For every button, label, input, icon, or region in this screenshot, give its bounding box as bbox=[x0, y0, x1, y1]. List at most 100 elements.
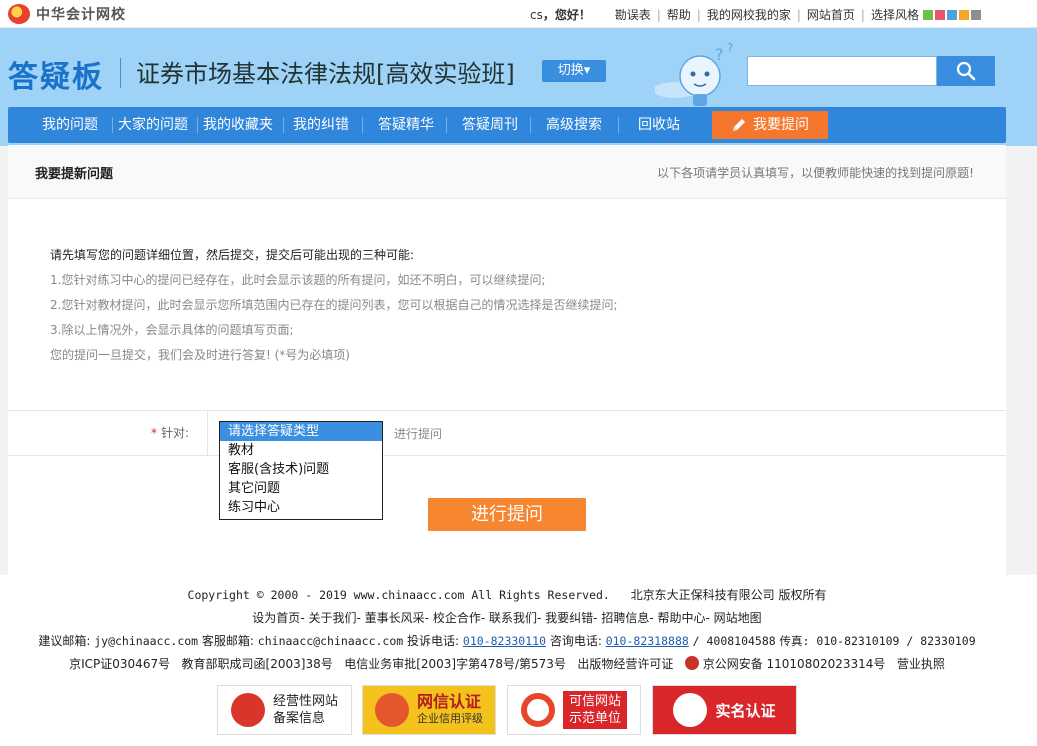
consult-phone-link[interactable]: 010-82318888 bbox=[606, 634, 689, 648]
divider bbox=[362, 117, 363, 133]
nav-my-questions[interactable]: 我的问题 bbox=[42, 107, 98, 143]
badge-trusted-site[interactable]: 可信网站 示范单位 bbox=[507, 685, 641, 735]
main-panel: 我要提新问题 以下各项请学员认真填写，以便教师能快速的找到提问原题! 请先填写您… bbox=[8, 145, 1006, 575]
svg-text:?: ? bbox=[727, 41, 733, 55]
nav-essentials[interactable]: 答疑精华 bbox=[378, 107, 434, 143]
top-links: cs，您好！ 勘误表 | 帮助 | 我的网校我的家 | 网站首页 | 选择风格 bbox=[530, 6, 983, 23]
search-input[interactable] bbox=[747, 56, 937, 86]
shield-icon bbox=[231, 693, 265, 727]
course-title: 证券市场基本法律法规[高效实验班] bbox=[136, 54, 515, 89]
copyright-owner: 北京东大正保科技有限公司 版权所有 bbox=[631, 588, 827, 602]
link-site-home[interactable]: 网站首页 bbox=[807, 6, 855, 23]
footer-links: 设为首页- 关于我们- 董事长风采- 校企合作- 联系我们- 我要纠错- 招聘信… bbox=[0, 609, 1014, 626]
dropdown-option[interactable]: 客服(含技术)问题 bbox=[220, 460, 382, 479]
footer-link[interactable]: 招聘信息 bbox=[601, 611, 649, 625]
badge-text: 网信认证 bbox=[417, 693, 483, 710]
link-choose-style[interactable]: 选择风格 bbox=[871, 6, 919, 23]
target-label-text: 针对: bbox=[161, 426, 189, 440]
nav-advanced-search[interactable]: 高级搜索 bbox=[546, 107, 602, 143]
trust-badges: 经营性网站 备案信息 网信认证 企业信用评级 可信网站 示范单位 实名认证 bbox=[0, 685, 1037, 737]
footer-link[interactable]: 帮助中心 bbox=[658, 611, 706, 625]
dropdown-option[interactable]: 其它问题 bbox=[220, 479, 382, 498]
style-swatch[interactable] bbox=[959, 10, 969, 20]
site-logo[interactable]: 中华会计网校 bbox=[8, 4, 126, 24]
trust-seal-icon bbox=[375, 693, 409, 727]
divider bbox=[618, 117, 619, 133]
divider: | bbox=[861, 8, 865, 22]
contact-label: 投诉电话: bbox=[407, 634, 459, 648]
svg-text:?: ? bbox=[715, 45, 724, 64]
required-mark: * bbox=[151, 426, 157, 440]
badge-real-name[interactable]: 实名认证 bbox=[652, 685, 797, 735]
style-swatch[interactable] bbox=[923, 10, 933, 20]
publish-license[interactable]: 出版物经营许可证 bbox=[577, 657, 673, 671]
nav-recycle-bin[interactable]: 回收站 bbox=[638, 107, 680, 143]
dropdown-option[interactable]: 教材 bbox=[220, 441, 382, 460]
badge-text: 实名认证 bbox=[715, 700, 775, 721]
instruction-line: 1.您针对练习中心的提问已经存在，此时会显示该题的所有提问，如还不明白，可以继续… bbox=[50, 268, 618, 293]
greeting-user: cs bbox=[530, 8, 543, 22]
step-hint: 进行提问 bbox=[394, 425, 442, 442]
divider bbox=[112, 117, 113, 133]
divider bbox=[197, 117, 198, 133]
dropdown-option[interactable]: 练习中心 bbox=[220, 498, 382, 517]
ask-question-button[interactable]: 我要提问 bbox=[712, 111, 828, 139]
target-form-row: * 针对: bbox=[8, 410, 1006, 456]
greeting: cs，您好！ bbox=[530, 6, 591, 23]
footer-link[interactable]: 设为首页 bbox=[252, 611, 300, 625]
footer-link[interactable]: 网站地图 bbox=[714, 611, 762, 625]
style-swatch[interactable] bbox=[935, 10, 945, 20]
contact-label: 建议邮箱: bbox=[38, 634, 90, 648]
instructions-lead: 请先填写您的问题详细位置，然后提交，提交后可能出现的三种可能: bbox=[50, 243, 618, 268]
submit-question-button[interactable]: 进行提问 bbox=[428, 498, 586, 531]
divider: | bbox=[697, 8, 701, 22]
badge-text: 备案信息 bbox=[273, 710, 338, 727]
link-my-home[interactable]: 我的网校我的家 bbox=[707, 6, 791, 23]
icp-license[interactable]: 京ICP证030467号 bbox=[69, 657, 170, 671]
divider bbox=[530, 117, 531, 133]
search-button[interactable] bbox=[937, 56, 995, 86]
link-errata[interactable]: 勘误表 bbox=[615, 6, 651, 23]
link-help[interactable]: 帮助 bbox=[667, 6, 691, 23]
trusted-site-icon bbox=[521, 693, 555, 727]
footer-link[interactable]: 我要纠错 bbox=[545, 611, 593, 625]
copyright-text: Copyright © 2000 - 2019 www.chinaacc.com… bbox=[188, 588, 610, 602]
style-swatch[interactable] bbox=[947, 10, 957, 20]
style-swatch[interactable] bbox=[971, 10, 981, 20]
style-swatches bbox=[923, 10, 983, 20]
footer-link[interactable]: 董事长风采 bbox=[365, 611, 425, 625]
nav-weekly[interactable]: 答疑周刊 bbox=[462, 107, 518, 143]
switch-course-button[interactable]: 切换▾ bbox=[542, 60, 606, 82]
badge-record[interactable]: 经营性网站 备案信息 bbox=[217, 685, 352, 735]
footer-link[interactable]: 联系我们 bbox=[489, 611, 537, 625]
search-icon bbox=[956, 61, 976, 81]
divider bbox=[446, 117, 447, 133]
contact-label: 咨询电话: bbox=[550, 634, 602, 648]
complaint-phone-link[interactable]: 010-82330110 bbox=[463, 634, 546, 648]
badge-text: 经营性网站 bbox=[273, 693, 338, 710]
edu-license: 教育部职成司函[2003]38号 bbox=[182, 657, 333, 671]
question-type-dropdown[interactable]: 请选择答疑类型 教材 客服(含技术)问题 其它问题 练习中心 bbox=[219, 421, 383, 520]
greeting-suffix: ，您好！ bbox=[543, 8, 591, 22]
business-license[interactable]: 营业执照 bbox=[897, 657, 945, 671]
divider: | bbox=[657, 8, 661, 22]
footer: Copyright © 2000 - 2019 www.chinaacc.com… bbox=[0, 575, 1037, 746]
contact-label: 客服邮箱: bbox=[202, 634, 254, 648]
badge-credit[interactable]: 网信认证 企业信用评级 bbox=[362, 685, 496, 735]
dropdown-option[interactable]: 请选择答疑类型 bbox=[220, 422, 382, 441]
nav-all-questions[interactable]: 大家的问题 bbox=[118, 107, 188, 143]
nav-favorites[interactable]: 我的收藏夹 bbox=[203, 107, 273, 143]
certification-seal-icon bbox=[673, 693, 707, 727]
brand-title[interactable]: 答疑板 bbox=[8, 52, 104, 96]
ask-question-label: 我要提问 bbox=[753, 111, 809, 139]
page-title: 我要提新问题 bbox=[35, 163, 113, 182]
badge-text: 可信网站 bbox=[569, 693, 621, 710]
police-record[interactable]: 京公网安备 11010802023314号 bbox=[703, 657, 886, 671]
footer-link[interactable]: 校企合作 bbox=[433, 611, 481, 625]
nav-my-corrections[interactable]: 我的纠错 bbox=[293, 107, 349, 143]
service-email[interactable]: chinaacc@chinaacc.com bbox=[258, 634, 403, 648]
instructions: 请先填写您的问题详细位置，然后提交，提交后可能出现的三种可能: 1.您针对练习中… bbox=[50, 243, 618, 368]
footer-link[interactable]: 关于我们 bbox=[308, 611, 356, 625]
suggestion-email[interactable]: jy@chinaacc.com bbox=[94, 634, 198, 648]
section-tip: 以下各项请学员认真填写，以便教师能快速的找到提问原题! bbox=[657, 164, 974, 181]
